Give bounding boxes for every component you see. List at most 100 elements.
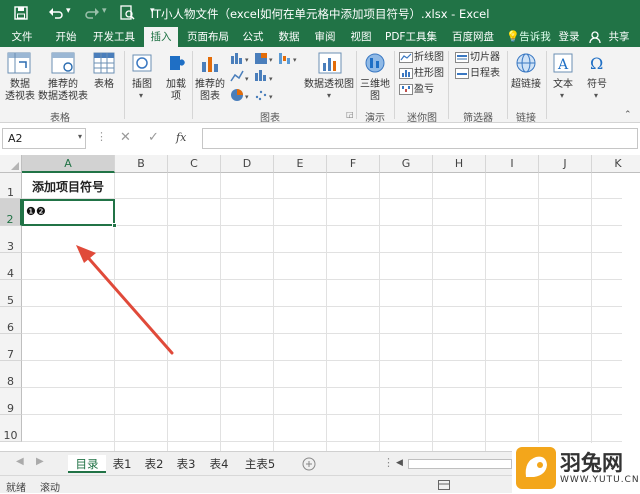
ribbon-insert: 数据 透视表 推荐的 数据透视表 表格 表格 插图 ▾ 加载 项 推荐的 图表 … [0, 47, 640, 124]
tab-home[interactable]: 开始 [48, 27, 84, 47]
recommended-pivot-button[interactable]: 推荐的 数据透视表 [36, 79, 90, 103]
group-label-filters: 筛选器 [463, 113, 493, 124]
row-header-10[interactable]: 10 [0, 415, 22, 442]
table-button[interactable]: 表格 [88, 79, 120, 91]
row-header-8[interactable]: 8 [0, 361, 22, 388]
column-header-g[interactable]: G [380, 155, 433, 173]
sparkline-column-button[interactable]: 柱形图 [414, 68, 444, 80]
row-header-3[interactable]: 3 [0, 226, 22, 253]
hyperlink-icon [516, 53, 536, 73]
horizontal-scrollbar[interactable] [408, 459, 512, 469]
sheet-tab-4[interactable]: 表4 [205, 455, 233, 473]
insert-function-icon[interactable]: fx [176, 131, 186, 144]
group-label-charts: 图表 [260, 113, 280, 124]
dialog-launcher-icon[interactable]: ◲ [346, 110, 354, 119]
tell-me-box[interactable]: 告诉我 [518, 27, 552, 47]
tab-review[interactable]: 审阅 [310, 27, 340, 47]
cell-a2[interactable]: ❶❷ [26, 205, 46, 218]
column-gridline [538, 173, 539, 451]
sheet-tab-1[interactable]: 表1 [108, 455, 136, 473]
sheet-tab-2[interactable]: 表2 [140, 455, 168, 473]
tab-data[interactable]: 数据 [274, 27, 304, 47]
column-header-b[interactable]: B [115, 155, 168, 173]
tab-page-layout[interactable]: 页面布局 [182, 27, 234, 47]
sparkline-winloss-button[interactable]: 盈亏 [414, 84, 444, 96]
formula-input[interactable] [202, 128, 638, 149]
row-header-1[interactable]: 1 [0, 173, 22, 199]
row-header-9[interactable]: 9 [0, 388, 22, 415]
column-header-a[interactable]: A [22, 155, 115, 173]
column-header-i[interactable]: I [486, 155, 539, 173]
hyperlink-button[interactable]: 超链接 [508, 79, 544, 91]
sheet-tab-catalog[interactable]: 目录 [68, 455, 106, 473]
column-header-f[interactable]: F [327, 155, 380, 173]
red-arrow-annotation [76, 245, 174, 355]
group-label-sparklines: 迷你图 [407, 113, 437, 124]
column-header-e[interactable]: E [274, 155, 327, 173]
cell-a1[interactable]: 添加项目符号 [32, 178, 104, 195]
tab-insert[interactable]: 插入 [144, 27, 178, 47]
column-gridline [220, 173, 221, 451]
svg-text:▾: ▾ [269, 75, 273, 83]
collapse-ribbon-icon[interactable]: ⌃ [624, 110, 632, 120]
column-header-j[interactable]: J [539, 155, 592, 173]
prev-sheet-icon[interactable]: ◀ [16, 456, 24, 467]
tab-pdf-tools[interactable]: PDF工具集 [382, 27, 440, 47]
next-sheet-icon[interactable]: ▶ [36, 456, 44, 467]
share-button[interactable]: 共享 [602, 27, 636, 47]
addins-button[interactable]: 加载 项 [160, 79, 192, 103]
row-header-4[interactable]: 4 [0, 253, 22, 280]
row-header-5[interactable]: 5 [0, 280, 22, 307]
illustrations-button[interactable]: 插图 [126, 79, 158, 91]
3d-map-button[interactable]: 三维地 图 [358, 79, 392, 103]
sheet-tab-3[interactable]: 表3 [172, 455, 200, 473]
slicer-button[interactable]: 切片器 [470, 52, 500, 64]
name-box[interactable]: A2 [8, 132, 23, 145]
column-header-k[interactable]: K [592, 155, 640, 173]
symbol-dropdown-icon[interactable]: ▾ [594, 91, 598, 100]
tab-formulas[interactable]: 公式 [238, 27, 268, 47]
pivottable-button[interactable]: 数据 透视表 [2, 79, 38, 103]
tab-developer[interactable]: 开发工具 [88, 27, 140, 47]
sparkline-line-button[interactable]: 折线图 [414, 52, 444, 64]
column-header-d[interactable]: D [221, 155, 274, 173]
symbol-button[interactable]: 符号 [582, 79, 612, 91]
new-sheet-icon[interactable] [302, 457, 316, 471]
tab-view[interactable]: 视图 [346, 27, 376, 47]
watermark-box: 羽兔网 WWW.YUTU.CN [512, 443, 640, 493]
tab-split-icon[interactable]: ⋮ [383, 456, 394, 469]
slicer-icon [455, 52, 469, 63]
hscroll-left-icon[interactable]: ◀ [396, 458, 403, 468]
tab-baidu-netdisk[interactable]: 百度网盘 [446, 27, 500, 47]
namebox-dropdown-icon[interactable]: ▾ [78, 132, 82, 141]
column-header-h[interactable]: H [433, 155, 486, 173]
tab-file[interactable]: 文件 [4, 27, 40, 47]
text-dropdown-icon[interactable]: ▾ [560, 91, 564, 100]
row-header-6[interactable]: 6 [0, 307, 22, 334]
worksheet-grid[interactable]: ABCDEFGHIJK 1 2 3 4 5 6 7 8 9 10 添加项目符号 ❶❷ [0, 155, 640, 451]
column-header-c[interactable]: C [168, 155, 221, 173]
illustrations-dropdown-icon[interactable]: ▾ [139, 91, 143, 100]
recommended-charts-button[interactable]: 推荐的 图表 [192, 79, 228, 103]
sheet-tab-main5[interactable]: 主表5 [240, 455, 280, 473]
pivotchart-dropdown-icon[interactable]: ▾ [327, 91, 331, 100]
cancel-icon[interactable]: ✕ [120, 130, 131, 145]
row-header-2[interactable]: 2 [0, 199, 22, 226]
text-button[interactable]: 文本 [548, 79, 578, 91]
row-gridline [22, 198, 622, 199]
pivottable-icon [7, 52, 31, 74]
sparkline-column-icon [399, 68, 413, 79]
watermark-text: 羽兔网 [560, 451, 623, 475]
column-gridline [591, 173, 592, 451]
sparkline-winloss-icon [399, 84, 413, 95]
pivotchart-button[interactable]: 数据透视图 [302, 79, 356, 91]
row-header-7[interactable]: 7 [0, 334, 22, 361]
chart-types-gallery[interactable]: ▾ ▾ ▾ ▾ ▾ ▾ ▾ [229, 51, 313, 109]
login-button[interactable]: 登录 [556, 27, 582, 47]
normal-view-icon[interactable] [438, 480, 450, 490]
timeline-button[interactable]: 日程表 [470, 68, 500, 80]
column-gridline [485, 173, 486, 451]
fill-handle[interactable] [112, 223, 117, 228]
scatter-chart-icon [255, 90, 267, 101]
enter-icon[interactable]: ✓ [148, 130, 159, 145]
